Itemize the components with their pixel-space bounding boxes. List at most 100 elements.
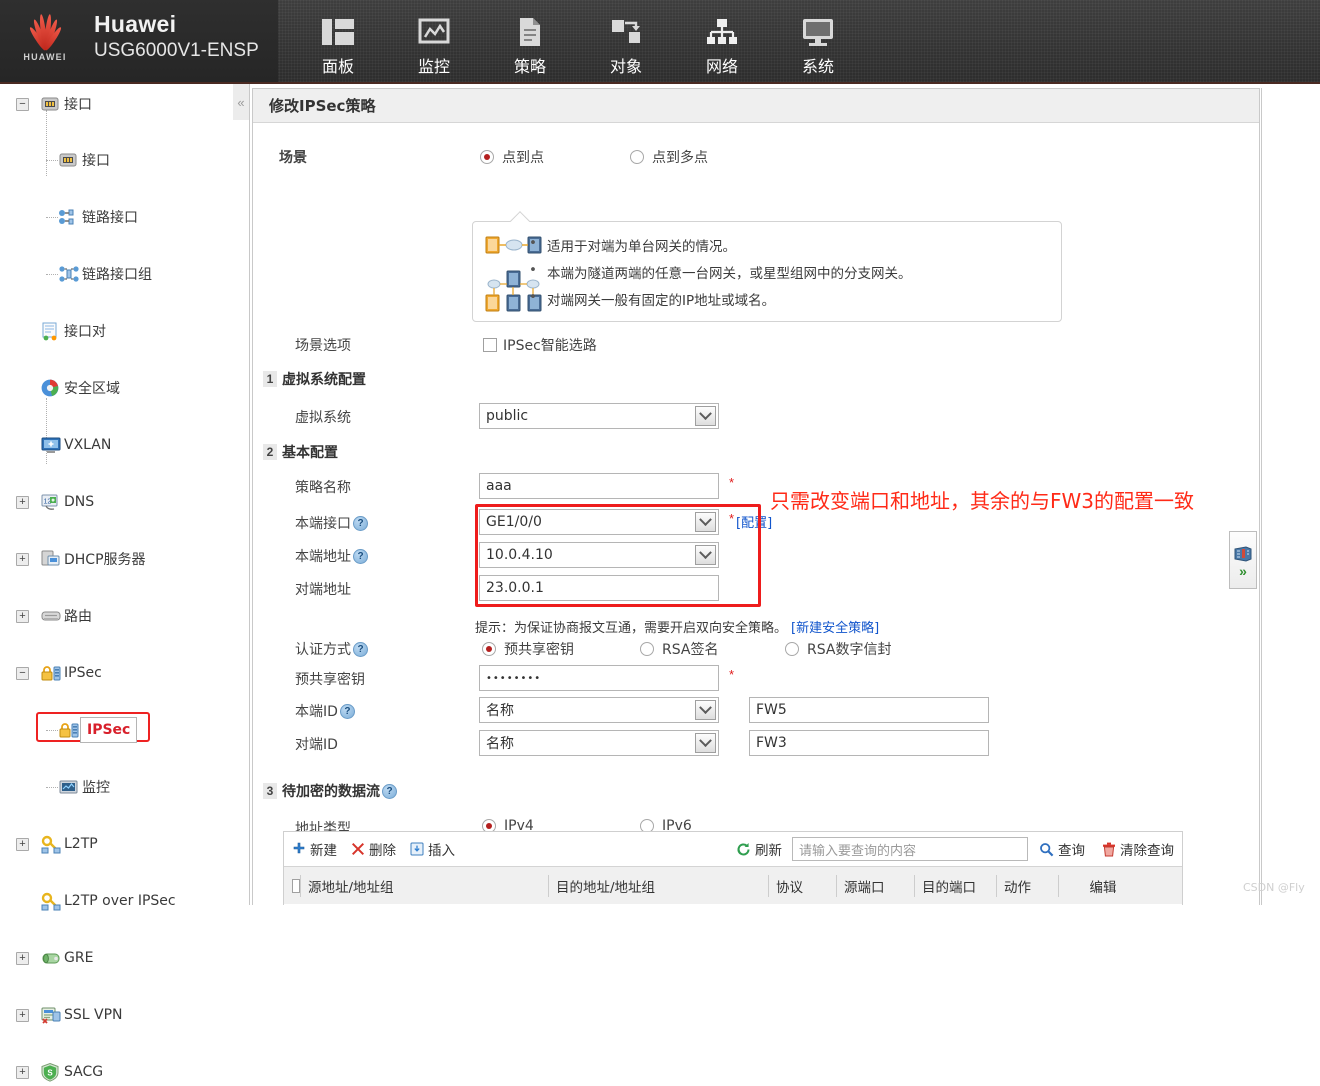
scenario-radio-p2mp[interactable]: 点到多点 (630, 147, 708, 167)
radio-point-to-point[interactable] (480, 150, 494, 164)
expander-plus-icon[interactable]: + (16, 951, 29, 965)
radio-pre-shared-key[interactable] (482, 642, 496, 656)
help-icon[interactable]: ? (353, 548, 368, 564)
column-header-action[interactable]: 动作 (996, 867, 1058, 905)
help-icon[interactable]: ? (382, 783, 397, 799)
chevron-down-icon[interactable] (695, 512, 716, 532)
clear-query-button[interactable]: 清除查询 (1102, 839, 1174, 859)
help-icon[interactable]: ? (353, 515, 368, 531)
plus-icon (293, 842, 305, 854)
expander-minus-icon[interactable]: − (16, 97, 29, 111)
peer-id-type-select[interactable]: 名称 (479, 730, 719, 756)
auth-radio-rsa-signature[interactable]: RSA签名 (640, 639, 718, 659)
sidebar-item-interface-root[interactable]: − 接口 (0, 90, 249, 118)
help-icon[interactable]: ? (339, 703, 355, 719)
column-header-source-port[interactable]: 源端口 (836, 867, 914, 905)
local-address-value: 10.0.4.10 (486, 547, 553, 563)
security-zone-icon (40, 378, 60, 398)
expander-plus-icon[interactable]: + (16, 552, 29, 566)
nav-item-policy[interactable]: 策略 (482, 6, 578, 78)
nav-item-network[interactable]: 网络 (674, 6, 770, 78)
help-icon[interactable]: ? (353, 641, 368, 657)
bubble-bullet-1: 适用于对端为单台网关的情况。 (529, 235, 736, 255)
sidebar-item-ssl-vpn[interactable]: + SSL VPN (0, 1001, 249, 1029)
sidebar-item-link-interface[interactable]: 链路接口 (0, 203, 249, 231)
step-number: 3 (263, 783, 277, 799)
expander-plus-icon[interactable]: + (16, 1065, 29, 1079)
delete-label: 删除 (369, 843, 396, 859)
sidebar-item-interface-pair[interactable]: 接口对 (0, 317, 249, 345)
nav-item-monitor[interactable]: 监控 (386, 6, 482, 78)
chevron-down-icon[interactable] (695, 700, 716, 720)
sidebar-item-gre[interactable]: + GRE (0, 944, 249, 972)
policy-name-label: 策略名称 (295, 480, 351, 496)
local-interface-select[interactable]: GE1/0/0 (479, 509, 719, 535)
sidebar-item-dns[interactable]: + 12 DNS (0, 488, 249, 516)
top-navigation[interactable]: 面板 监控 策略 对象 网络 系统 (290, 6, 866, 82)
sidebar-item-ipsec-root[interactable]: − IPSec (0, 659, 249, 687)
auth-radio-rsa-envelope[interactable]: RSA数字信封 (785, 639, 891, 659)
column-header-protocol[interactable]: 协议 (768, 867, 836, 905)
local-id-input[interactable]: FW5 (749, 697, 989, 723)
peer-id-input[interactable]: FW3 (749, 730, 989, 756)
ipsec-smart-routing-checkbox[interactable] (483, 338, 497, 352)
radio-label: RSA签名 (662, 642, 719, 658)
sidebar-item-label: L2TP (64, 836, 98, 852)
new-button[interactable]: 新建 (292, 839, 337, 859)
auth-radio-psk[interactable]: 预共享密钥 (482, 639, 574, 659)
expander-minus-icon[interactable]: − (16, 666, 29, 680)
nav-item-object[interactable]: 对象 (578, 6, 674, 78)
step-number: 2 (263, 444, 277, 460)
sidebar-item-dhcp-server[interactable]: + DHCP服务器 (0, 545, 249, 573)
search-input[interactable]: 请输入要查询的内容 (792, 837, 1028, 861)
select-all-checkbox-cell[interactable] (284, 867, 300, 905)
sidebar-item-security-zone[interactable]: 安全区域 (0, 374, 249, 402)
chevron-right-double-icon[interactable]: » (1239, 564, 1247, 578)
column-header-edit[interactable]: 编辑 (1058, 867, 1148, 905)
page-title: 修改IPSec策略 (253, 89, 1259, 123)
local-interface-value: GE1/0/0 (486, 514, 542, 530)
expander-plus-icon[interactable]: + (16, 495, 29, 509)
sidebar-item-ipsec-monitor[interactable]: 监控 (0, 773, 249, 801)
sidebar-item-interface[interactable]: 接口 (0, 146, 249, 174)
expander-plus-icon[interactable]: + (16, 1008, 29, 1022)
column-header-source-address[interactable]: 源地址/地址组 (300, 867, 548, 905)
peer-address-input[interactable]: 23.0.0.1 (479, 575, 719, 601)
column-header-destination-port[interactable]: 目的端口 (914, 867, 996, 905)
pre-shared-key-input[interactable]: •••••••• (479, 665, 719, 691)
policy-name-input[interactable]: aaa (479, 473, 719, 499)
sidebar-item-vxlan[interactable]: VXLAN (0, 431, 249, 459)
sidebar-item-link-interface-group[interactable]: 链路接口组 (0, 260, 249, 288)
shortcut-panel-toggle[interactable]: » (1229, 531, 1257, 589)
nav-item-system[interactable]: 系统 (770, 6, 866, 78)
sidebar-item-ipsec-selected[interactable]: IPSec (0, 712, 249, 744)
sidebar-item-sacg[interactable]: + S SACG (0, 1058, 249, 1086)
chevron-down-icon[interactable] (695, 545, 716, 565)
radio-rsa-digital-envelope[interactable] (785, 642, 799, 656)
insert-button[interactable]: 插入 (410, 839, 455, 859)
select-all-checkbox[interactable] (292, 878, 300, 893)
expander-plus-icon[interactable]: + (16, 837, 29, 851)
nav-item-panel[interactable]: 面板 (290, 6, 386, 78)
insert-label: 插入 (428, 843, 455, 859)
delete-button[interactable]: 删除 (351, 839, 396, 859)
query-button[interactable]: 查询 (1039, 839, 1085, 859)
sidebar-item-l2tp[interactable]: + L2TP (0, 830, 249, 858)
expander-plus-icon[interactable]: + (16, 609, 29, 623)
chevron-down-icon[interactable] (695, 733, 716, 753)
l2tp-key-icon (40, 891, 61, 911)
virtual-system-select[interactable]: public (479, 403, 719, 429)
sidebar-item-l2tp-over-ipsec[interactable]: L2TP over IPSec (0, 887, 249, 915)
local-address-select[interactable]: 10.0.4.10 (479, 542, 719, 568)
scenario-radio-p2p[interactable]: 点到点 (480, 147, 544, 167)
sidebar-item-route[interactable]: + 路由 (0, 602, 249, 630)
radio-rsa-signature[interactable] (640, 642, 654, 656)
config-link[interactable]: [配置] (736, 512, 772, 531)
column-header-destination-address[interactable]: 目的地址/地址组 (548, 867, 768, 905)
chevron-down-icon[interactable] (695, 406, 716, 426)
local-id-type-select[interactable]: 名称 (479, 697, 719, 723)
ipsec-smart-routing-checkbox-row[interactable]: IPSec智能选路 (483, 335, 597, 355)
refresh-button[interactable]: 刷新 (736, 839, 782, 859)
new-security-policy-link[interactable]: [新建安全策略] (791, 617, 879, 636)
radio-point-to-multipoint[interactable] (630, 150, 644, 164)
